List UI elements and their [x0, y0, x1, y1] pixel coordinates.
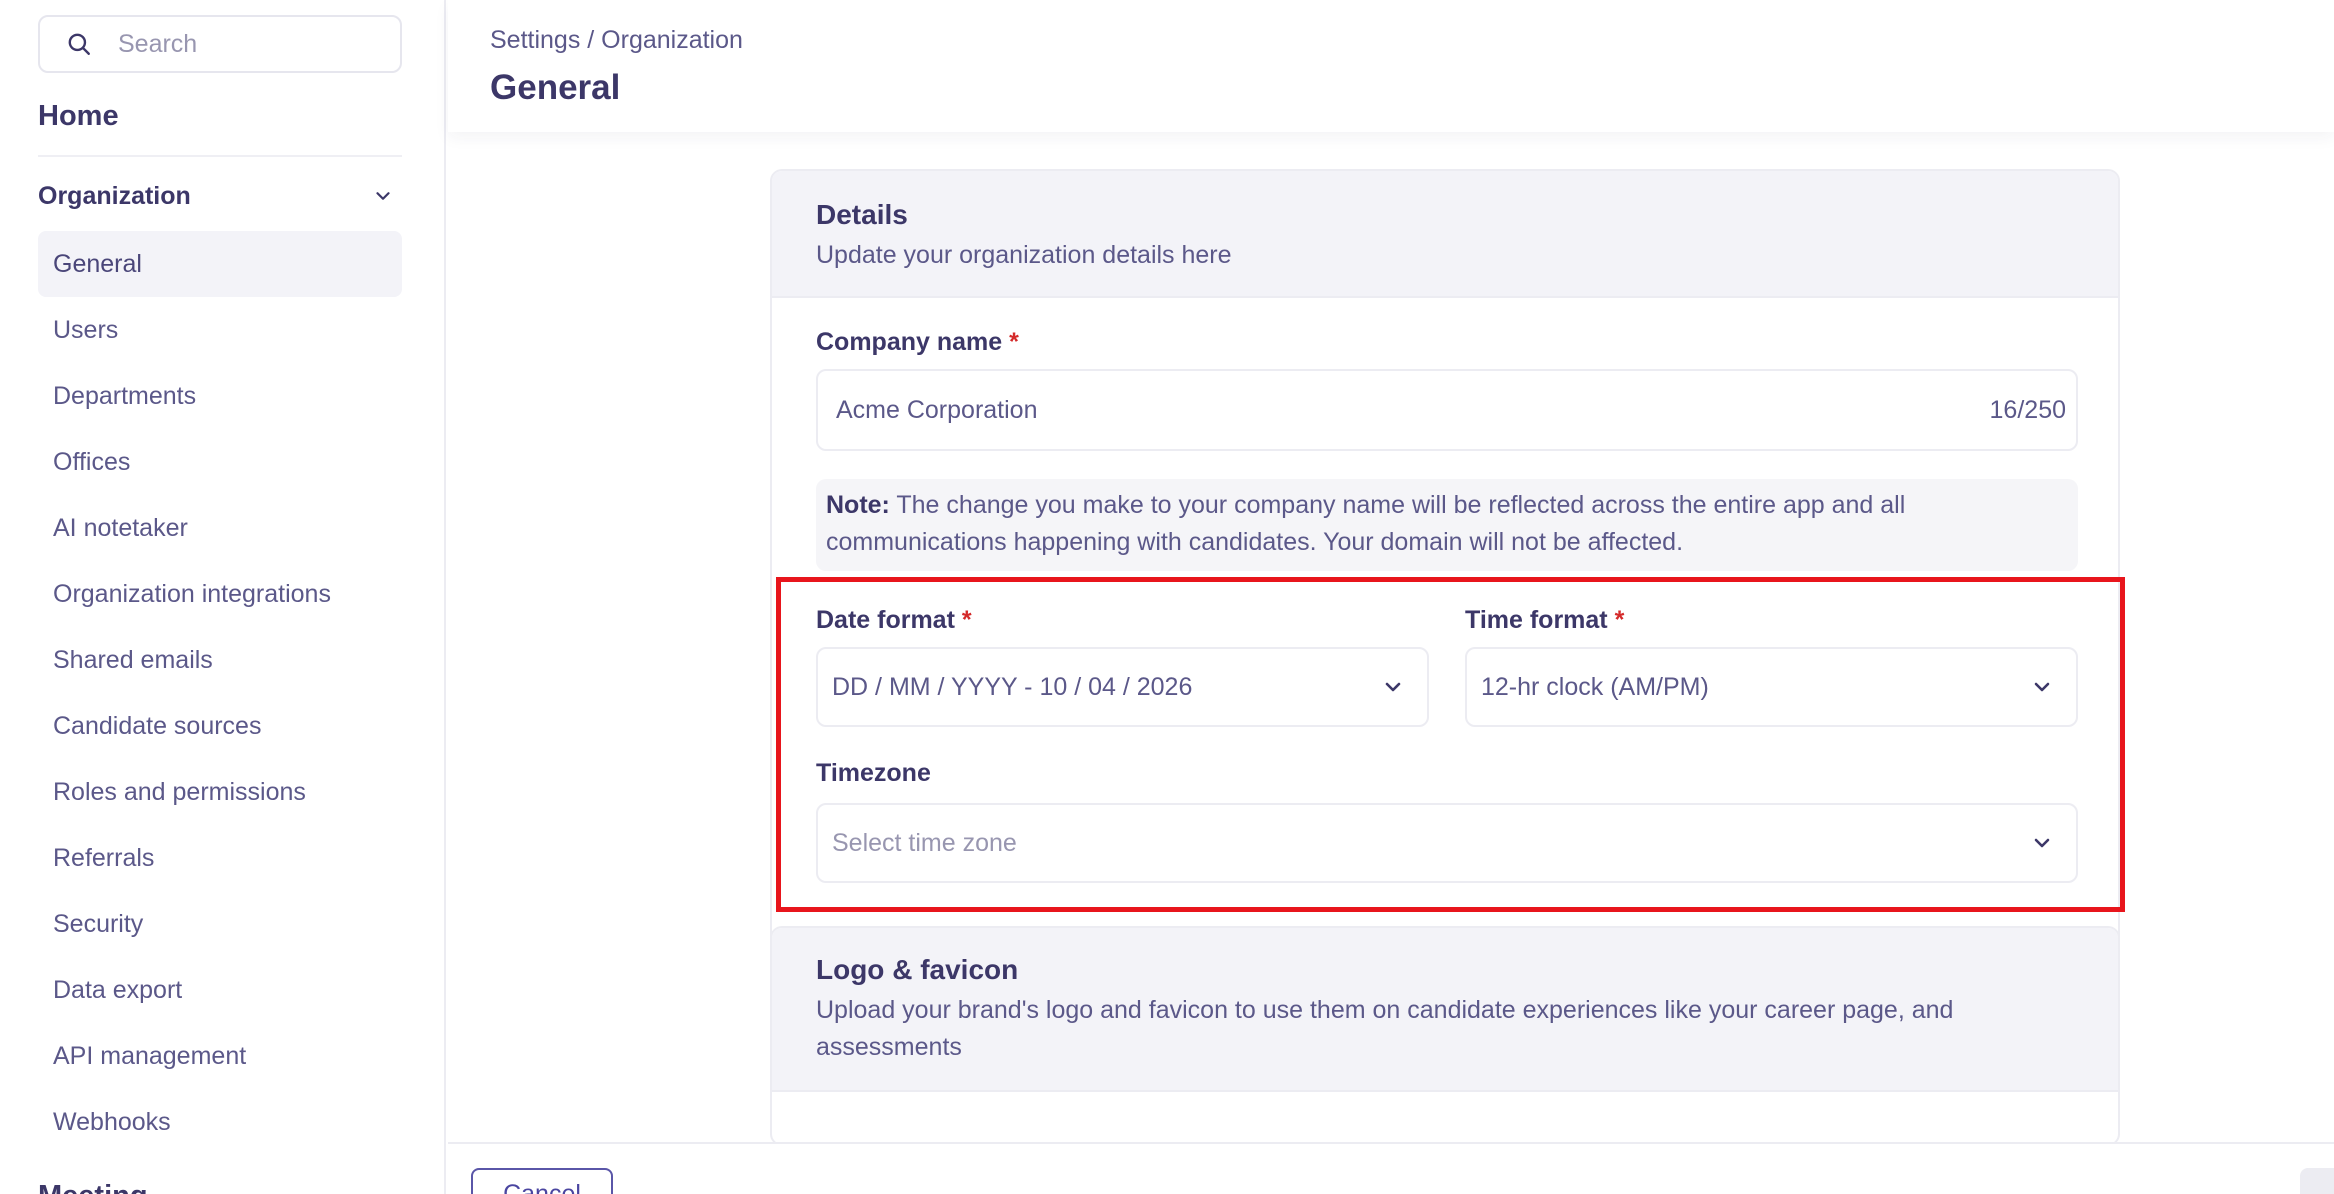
details-card: Details Update your organization details… [770, 169, 2120, 949]
sidebar-item-candidate-sources[interactable]: Candidate sources [38, 693, 402, 759]
sidebar-item-shared-emails[interactable]: Shared emails [38, 627, 402, 693]
details-subtitle: Update your organization details here [816, 241, 1232, 269]
date-format-label: Date format * [816, 606, 972, 634]
sidebar-item-data-export[interactable]: Data export [38, 957, 402, 1023]
required-mark: * [961, 606, 972, 634]
search-input[interactable] [118, 29, 378, 59]
sidebar-item-webhooks[interactable]: Webhooks [38, 1089, 402, 1155]
date-format-select[interactable]: DD / MM / YYYY - 10 / 04 / 2026 [816, 647, 1429, 727]
save-button[interactable] [2300, 1168, 2334, 1194]
sidebar-item-api-management[interactable]: API management [38, 1023, 402, 1089]
required-mark: * [1009, 328, 1019, 356]
logo-favicon-subtitle: Upload your brand's logo and favicon to … [816, 996, 1954, 1061]
chevron-down-icon [1385, 682, 1401, 692]
sidebar-nav: General Users Departments Offices AI not… [38, 231, 402, 1155]
company-name-note: Note: The change you make to your compan… [816, 479, 2078, 571]
page-header: Settings / Organization General [448, 0, 2334, 132]
time-format-value: 12-hr clock (AM/PM) [1481, 672, 1709, 701]
chevron-down-icon [376, 192, 390, 200]
required-mark: * [1614, 606, 1625, 634]
sidebar-item-users[interactable]: Users [38, 297, 402, 363]
sidebar-item-departments[interactable]: Departments [38, 363, 402, 429]
logo-favicon-title: Logo & favicon [816, 954, 1019, 985]
note-text: The change you make to your company name… [826, 491, 1906, 556]
main-content: Settings / Organization General Details … [448, 0, 2334, 1194]
breadcrumb[interactable]: Settings / Organization [490, 26, 743, 55]
cancel-button[interactable]: Cancel [471, 1168, 613, 1194]
logo-favicon-card: Logo & favicon Upload your brand's logo … [770, 926, 2120, 1146]
sidebar-item-security[interactable]: Security [38, 891, 402, 957]
time-format-label: Time format * [1465, 606, 1625, 634]
sidebar-item-ai-notetaker[interactable]: AI notetaker [38, 495, 402, 561]
sidebar-section-label: Organization [38, 181, 191, 210]
sidebar-home[interactable]: Home [38, 100, 119, 133]
page-title: General [490, 68, 621, 107]
time-format-select[interactable]: 12-hr clock (AM/PM) [1465, 647, 2078, 727]
chevron-down-icon [2034, 682, 2050, 692]
search-icon [68, 33, 90, 55]
sidebar-item-referrals[interactable]: Referrals [38, 825, 402, 891]
chevron-down-icon [2034, 838, 2050, 848]
timezone-label: Timezone [816, 759, 931, 787]
sidebar-section-organization[interactable]: Organization [38, 176, 402, 216]
date-format-value: DD / MM / YYYY - 10 / 04 / 2026 [832, 672, 1193, 701]
sidebar-item-general[interactable]: General [38, 231, 402, 297]
details-title: Details [816, 199, 908, 230]
app: Home Organization General Users Departme… [0, 0, 2334, 1194]
search-box[interactable] [38, 15, 402, 73]
sidebar: Home Organization General Users Departme… [0, 0, 446, 1194]
sidebar-divider [38, 155, 402, 157]
company-name-field[interactable]: Acme Corporation 16/250 [816, 369, 2078, 451]
sidebar-item-roles-and-permissions[interactable]: Roles and permissions [38, 759, 402, 825]
company-name-label: Company name * [816, 328, 1019, 356]
character-counter: 16/250 [1989, 395, 2066, 424]
logo-favicon-header: Logo & favicon Upload your brand's logo … [772, 928, 2118, 1092]
note-bold: Note: [826, 491, 890, 519]
sidebar-item-organization-integrations[interactable]: Organization integrations [38, 561, 402, 627]
company-name-value[interactable]: Acme Corporation [818, 396, 2076, 425]
footer-bar: Cancel [448, 1142, 2334, 1194]
sidebar-section-meeting[interactable]: Meeting [38, 1180, 148, 1194]
timezone-select[interactable]: Select time zone [816, 803, 2078, 883]
sidebar-item-offices[interactable]: Offices [38, 429, 402, 495]
timezone-placeholder: Select time zone [832, 828, 1017, 857]
details-card-header: Details Update your organization details… [772, 171, 2118, 298]
